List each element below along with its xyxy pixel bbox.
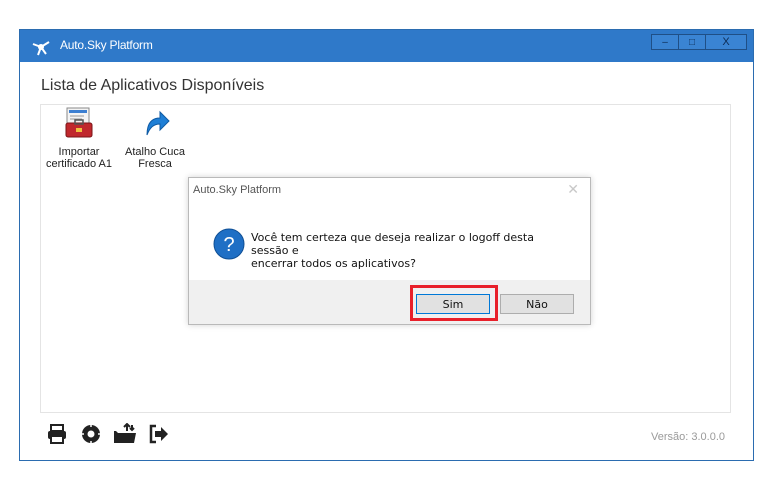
close-icon: X — [722, 36, 730, 48]
printer-icon — [48, 424, 66, 444]
upload-button[interactable] — [112, 422, 138, 446]
maximize-icon: □ — [688, 36, 696, 48]
dialog-message-line1: Você tem certeza que deseja realizar o l… — [251, 231, 534, 257]
app-item-atalho-cuca-fresca[interactable]: Atalho Cuca Fresca — [119, 107, 191, 170]
dialog-message: Você tem certeza que deseja realizar o l… — [251, 231, 571, 270]
dialog-button-bar: Sim Não — [189, 280, 590, 324]
app-label-line1: Importar — [58, 146, 100, 158]
title-bar[interactable]: Auto.Sky Platform – □ X — [20, 30, 753, 62]
dialog-title: Auto.Sky Platform — [193, 184, 282, 196]
app-logo-icon — [32, 41, 50, 56]
no-button[interactable]: Não — [500, 294, 574, 314]
settings-button[interactable] — [78, 422, 104, 446]
window-controls: – □ X — [651, 34, 747, 52]
app-label-line1: Atalho Cuca — [125, 146, 185, 158]
upload-folder-icon — [114, 423, 136, 443]
app-label-line2: certificado A1 — [45, 158, 113, 170]
page-title: Lista de Aplicativos Disponíveis — [41, 77, 265, 94]
footer-toolbar — [44, 422, 172, 446]
dialog-close-button[interactable]: ✕ — [567, 181, 579, 198]
logout-button[interactable] — [146, 422, 172, 446]
shortcut-arrow-icon — [146, 110, 170, 136]
print-button[interactable] — [44, 422, 70, 446]
close-icon: ✕ — [567, 181, 579, 197]
gear-icon — [81, 424, 101, 444]
window-title: Auto.Sky Platform — [60, 38, 153, 52]
app-item-importar-certificado[interactable]: Importar certificado A1 — [43, 107, 115, 170]
minimize-icon: – — [662, 36, 668, 48]
question-icon: ? — [213, 228, 245, 260]
highlight-box — [410, 285, 498, 321]
close-button[interactable]: X — [705, 34, 747, 50]
logoff-confirm-dialog: Auto.Sky Platform ✕ ? Você tem certeza q… — [188, 177, 591, 325]
version-label: Versão: 3.0.0.0 — [651, 431, 725, 443]
maximize-button[interactable]: □ — [678, 34, 706, 50]
app-label-line2: Fresca — [138, 158, 172, 170]
minimize-button[interactable]: – — [651, 34, 679, 50]
logout-icon — [149, 424, 168, 444]
dialog-message-line2: encerrar todos os aplicativos? — [251, 257, 416, 270]
svg-text:?: ? — [223, 234, 234, 256]
toolbox-certificate-icon — [65, 107, 93, 138]
